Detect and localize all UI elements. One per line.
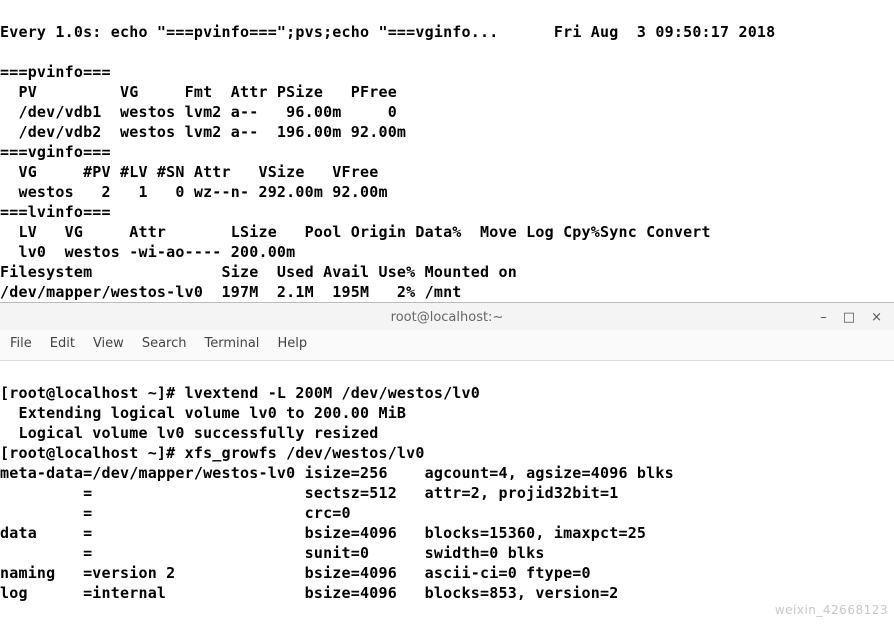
pv-header: PV VG Fmt Attr PSize PFree bbox=[0, 83, 397, 101]
terminal-output[interactable]: [root@localhost ~]# lvextend -L 200M /de… bbox=[0, 361, 894, 603]
terminal-line: naming =version 2 bsize=4096 ascii-ci=0 … bbox=[0, 564, 591, 582]
menu-file[interactable]: File bbox=[10, 334, 32, 354]
menu-help[interactable]: Help bbox=[277, 334, 307, 354]
lvinfo-section: ===lvinfo=== bbox=[0, 203, 111, 221]
terminal-line: log =internal bsize=4096 blocks=853, ver… bbox=[0, 584, 618, 602]
terminal-line: [root@localhost ~]# xfs_growfs /dev/west… bbox=[0, 444, 425, 462]
watch-header-right: Fri Aug 3 09:50:17 2018 bbox=[554, 23, 776, 41]
window-title: root@localhost:~ bbox=[98, 308, 796, 328]
terminal-line: = crc=0 bbox=[0, 504, 351, 522]
pv-row: /dev/vdb1 westos lvm2 a-- 96.00m 0 bbox=[0, 103, 397, 121]
watch-output: Every 1.0s: echo "===pvinfo===";pvs;echo… bbox=[0, 0, 894, 302]
pv-row: /dev/vdb2 westos lvm2 a-- 196.00m 92.00m bbox=[0, 123, 406, 141]
window-title-bar: root@localhost:~ – □ × bbox=[0, 302, 894, 330]
pvinfo-section: ===pvinfo=== bbox=[0, 63, 111, 81]
fs-row: /dev/mapper/westos-lv0 197M 2.1M 195M 2%… bbox=[0, 283, 462, 301]
terminal-line: Logical volume lv0 successfully resized bbox=[0, 424, 378, 442]
watermark-text: weixin_42668123 bbox=[775, 600, 888, 620]
menu-bar: File Edit View Search Terminal Help bbox=[0, 330, 894, 361]
fs-header: Filesystem Size Used Avail Use% Mounted … bbox=[0, 263, 517, 281]
window-minimize-button[interactable]: – bbox=[820, 308, 827, 328]
menu-search[interactable]: Search bbox=[142, 334, 187, 354]
terminal-line: meta-data=/dev/mapper/westos-lv0 isize=2… bbox=[0, 464, 674, 482]
terminal-line: = sectsz=512 attr=2, projid32bit=1 bbox=[0, 484, 618, 502]
window-close-button[interactable]: × bbox=[871, 308, 882, 328]
menu-edit[interactable]: Edit bbox=[50, 334, 75, 354]
lv-row: lv0 westos -wi-ao---- 200.00m bbox=[0, 243, 295, 261]
window-maximize-button[interactable]: □ bbox=[843, 308, 855, 328]
vginfo-section: ===vginfo=== bbox=[0, 143, 111, 161]
menu-terminal[interactable]: Terminal bbox=[204, 334, 259, 354]
terminal-line: [root@localhost ~]# lvextend -L 200M /de… bbox=[0, 384, 480, 402]
terminal-line: = sunit=0 swidth=0 blks bbox=[0, 544, 545, 562]
watch-header-left: Every 1.0s: echo "===pvinfo===";pvs;echo… bbox=[0, 23, 498, 41]
terminal-line: data = bsize=4096 blocks=15360, imaxpct=… bbox=[0, 524, 646, 542]
vg-header: VG #PV #LV #SN Attr VSize VFree bbox=[0, 163, 378, 181]
lv-header: LV VG Attr LSize Pool Origin Data% Move … bbox=[0, 223, 711, 241]
menu-view[interactable]: View bbox=[93, 334, 124, 354]
terminal-line: Extending logical volume lv0 to 200.00 M… bbox=[0, 404, 406, 422]
vg-row: westos 2 1 0 wz--n- 292.00m 92.00m bbox=[0, 183, 388, 201]
